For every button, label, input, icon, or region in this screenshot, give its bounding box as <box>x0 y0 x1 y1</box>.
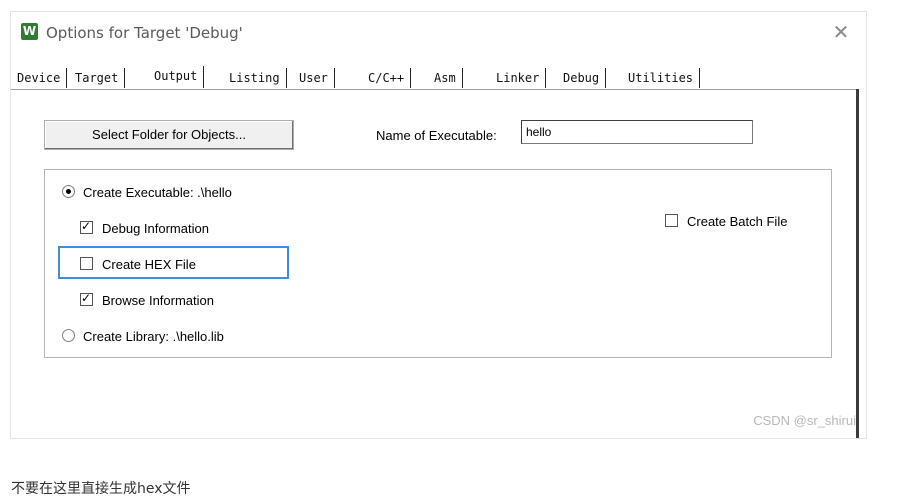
tab-cpp[interactable]: C/C++ <box>362 68 412 88</box>
create-library-radio[interactable]: Create Library: .\hello.lib <box>62 329 224 344</box>
browse-information-checkbox[interactable]: Browse Information <box>80 291 214 308</box>
tab-linker[interactable]: Linker <box>490 68 547 88</box>
select-folder-button[interactable]: Select Folder for Objects... <box>44 120 294 150</box>
caption-text: 不要在这里直接生成hex文件 <box>11 481 191 497</box>
radio-unselected-icon <box>62 329 75 342</box>
tab-user[interactable]: User <box>293 68 335 88</box>
watermark: CSDN @sr_shirui <box>753 413 856 428</box>
create-batch-file-label: Create Batch File <box>687 214 788 229</box>
create-executable-label: Create Executable: .\hello <box>83 185 232 200</box>
name-of-executable-label: Name of Executable: <box>376 128 497 143</box>
close-icon[interactable]: ✕ <box>830 21 852 43</box>
debug-information-checkbox[interactable]: Debug Information <box>80 219 209 236</box>
window-title: Options for Target 'Debug' <box>46 24 243 42</box>
tab-target[interactable]: Target <box>69 68 126 88</box>
panel-edge <box>856 89 859 438</box>
checkbox-checked-icon <box>80 291 93 306</box>
tab-asm[interactable]: Asm <box>428 68 463 88</box>
tab-device[interactable]: Device <box>11 68 68 88</box>
tab-utilities[interactable]: Utilities <box>622 68 701 88</box>
debug-information-label: Debug Information <box>102 221 209 236</box>
title-bar: W Options for Target 'Debug' ✕ <box>11 12 866 56</box>
annotation-highlight-box <box>58 246 289 279</box>
checkbox-unchecked-icon <box>665 214 678 227</box>
browse-information-label: Browse Information <box>102 293 214 308</box>
create-executable-radio[interactable]: Create Executable: .\hello <box>62 185 232 200</box>
create-library-label: Create Library: .\hello.lib <box>83 329 224 344</box>
radio-selected-icon <box>62 185 75 198</box>
tab-listing[interactable]: Listing <box>223 68 287 88</box>
app-icon: W <box>21 23 38 40</box>
name-of-executable-input[interactable]: hello <box>521 120 753 144</box>
create-batch-file-checkbox[interactable]: Create Batch File <box>665 214 787 229</box>
checkbox-checked-icon <box>80 219 93 234</box>
tab-debug[interactable]: Debug <box>557 68 607 88</box>
options-dialog: W Options for Target 'Debug' ✕ Device Ta… <box>11 12 866 438</box>
tab-output[interactable]: Output <box>148 66 205 88</box>
